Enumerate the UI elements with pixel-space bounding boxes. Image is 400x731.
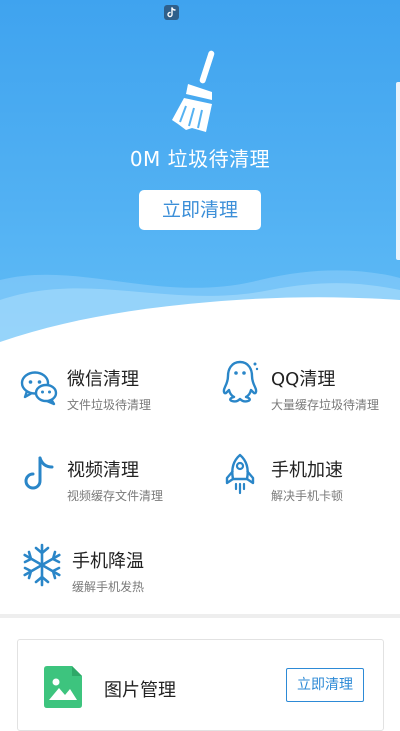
wechat-clean-title: 微信清理 bbox=[67, 369, 139, 390]
phone-speedup-title: 手机加速 bbox=[271, 460, 343, 481]
snowflake-icon bbox=[23, 543, 61, 587]
rocket-icon bbox=[225, 453, 255, 495]
qq-clean-title: QQ清理 bbox=[271, 369, 336, 390]
wechat-clean-subtitle: 文件垃圾待清理 bbox=[67, 398, 152, 412]
wechat-icon bbox=[20, 371, 58, 406]
qq-icon bbox=[222, 360, 259, 403]
picture-manage-card: 图片管理 立即清理 bbox=[17, 639, 384, 731]
hero-header: 0M 垃圾待清理 立即清理 bbox=[0, 0, 400, 345]
hero-wave-decoration bbox=[0, 270, 400, 345]
phone-cooldown-item[interactable]: 手机降温 缓解手机发热 bbox=[20, 543, 200, 607]
picture-icon bbox=[44, 666, 82, 708]
video-clean-subtitle: 视频缓存文件清理 bbox=[67, 489, 164, 503]
broom-icon bbox=[172, 50, 215, 132]
wechat-clean-item[interactable]: 微信清理 文件垃圾待清理 bbox=[20, 365, 200, 425]
tiktok-notification-icon bbox=[164, 5, 179, 20]
phone-cooldown-subtitle: 缓解手机发热 bbox=[72, 580, 145, 594]
qq-clean-subtitle: 大量缓存垃圾待清理 bbox=[271, 398, 380, 412]
video-clean-title: 视频清理 bbox=[67, 460, 139, 481]
phone-speedup-subtitle: 解决手机卡顿 bbox=[271, 489, 344, 503]
section-divider bbox=[0, 614, 400, 618]
phone-speedup-item[interactable]: 手机加速 解决手机卡顿 bbox=[222, 453, 400, 516]
video-clean-item[interactable]: 视频清理 视频缓存文件清理 bbox=[20, 456, 200, 516]
qq-clean-item[interactable]: QQ清理 大量缓存垃圾待清理 bbox=[222, 360, 400, 425]
picture-manage-title: 图片管理 bbox=[104, 680, 176, 701]
tiktok-icon bbox=[24, 456, 54, 490]
junk-status-text: 0M 垃圾待清理 bbox=[129, 147, 271, 171]
picture-clean-button[interactable]: 立即清理 bbox=[286, 668, 364, 702]
clean-now-button[interactable]: 立即清理 bbox=[139, 190, 261, 230]
phone-cooldown-title: 手机降温 bbox=[72, 551, 144, 572]
